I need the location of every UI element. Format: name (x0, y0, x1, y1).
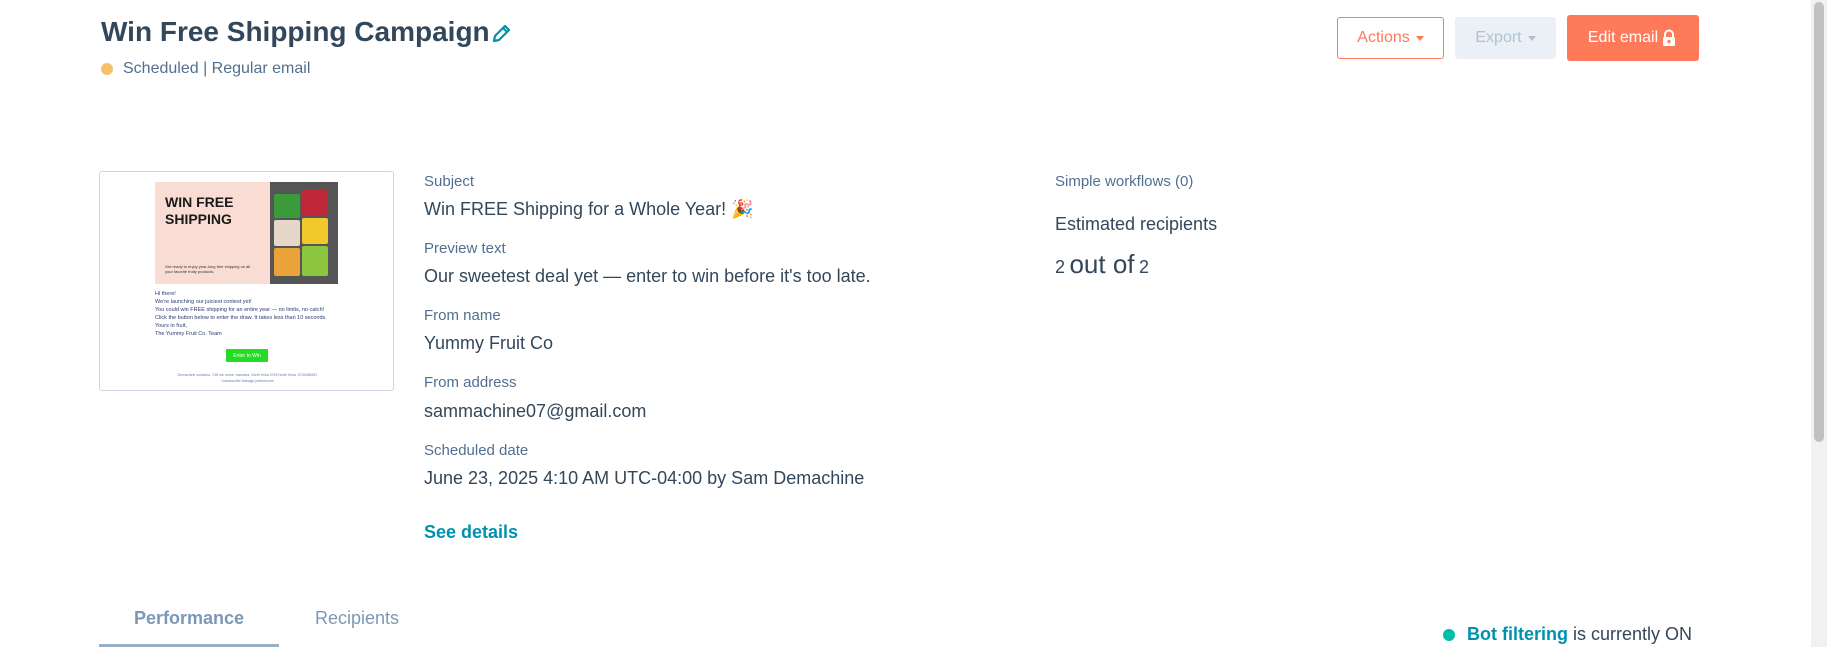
preview-hero: WIN FREE SHIPPING Get ready to enjoy yea… (155, 182, 338, 284)
lock-icon (1663, 29, 1676, 46)
caret-down-icon (1527, 35, 1536, 41)
estimated-recipients-count: 2 out of 2 (1055, 249, 1149, 280)
bot-filtering-status: Bot filtering is currently ON (1443, 624, 1692, 645)
preview-line: Click the button below to enter the draw… (155, 315, 327, 321)
preview-footer: Demachine solutions, 748 rue nome, mamde… (140, 372, 355, 384)
status-row: Scheduled | Regular email (101, 60, 310, 78)
caret-down-icon (1415, 35, 1424, 41)
see-details-link[interactable]: See details (424, 522, 518, 543)
status-dot-icon (101, 63, 113, 75)
export-button[interactable]: Export (1455, 17, 1556, 59)
recipients-out-of: out of (1069, 249, 1135, 279)
bot-filtering-indicator-icon (1443, 628, 1455, 641)
export-label: Export (1475, 29, 1522, 46)
bot-filtering-link[interactable]: Bot filtering (1467, 624, 1568, 645)
from-address-label: From address (424, 374, 517, 391)
estimated-recipients-label: Estimated recipients (1055, 214, 1218, 234)
scheduled-date-value: June 23, 2025 4:10 AM UTC-04:00 by Sam D… (424, 468, 865, 488)
page-title: Win Free Shipping Campaign (101, 16, 490, 47)
page-scrollbar[interactable] (1811, 0, 1827, 647)
preview-line: You could win FREE shipping for an entir… (155, 307, 325, 313)
actions-button[interactable]: Actions (1337, 17, 1444, 59)
edit-email-label: Edit email (1587, 29, 1659, 46)
simple-workflows-link[interactable]: Simple workflows (0) (1055, 173, 1193, 190)
edit-name-pencil-icon[interactable] (491, 22, 513, 44)
from-name-label: From name (424, 307, 501, 324)
preview-line: The Yummy Fruit Co. Team (155, 331, 222, 337)
edit-email-button[interactable]: Edit email (1567, 15, 1699, 61)
tab-performance[interactable]: Performance (134, 608, 244, 629)
preview-text-label: Preview text (424, 240, 506, 257)
preview-body: Hi there! We're launching our juiciest c… (155, 290, 345, 338)
preview-greeting: Hi there! (155, 291, 176, 297)
subject-value: Win FREE Shipping for a Whole Year! 🎉 (424, 199, 754, 219)
from-name-value: Yummy Fruit Co (424, 333, 554, 353)
actions-label: Actions (1357, 29, 1410, 46)
scrollbar-thumb[interactable] (1814, 2, 1824, 442)
preview-line: Yours in fruit, (155, 323, 187, 329)
status-text: Scheduled | Regular email (123, 60, 311, 77)
fruit-collage-image (270, 182, 338, 284)
email-preview-thumbnail[interactable]: WIN FREE SHIPPING Get ready to enjoy yea… (99, 171, 394, 391)
preview-hero-title: WIN FREE SHIPPING (165, 194, 234, 227)
recipients-total: 2 (1138, 257, 1149, 277)
recipients-count: 2 (1055, 257, 1066, 277)
scheduled-date-label: Scheduled date (424, 442, 529, 459)
preview-cta-button: Enter to Win (226, 349, 268, 362)
from-address-value: sammachine07@gmail.com (424, 401, 647, 421)
preview-hero-subtext: Get ready to enjoy year-long free shippi… (165, 264, 251, 274)
bot-filtering-text: is currently ON (1573, 624, 1693, 644)
tab-recipients[interactable]: Recipients (315, 608, 399, 629)
preview-footer-links: Unsubscribe Manage preferences (221, 379, 274, 383)
subject-label: Subject (424, 173, 475, 190)
preview-text-value: Our sweetest deal yet — enter to win bef… (424, 266, 871, 286)
preview-line: We're launching our juiciest contest yet… (155, 299, 252, 305)
